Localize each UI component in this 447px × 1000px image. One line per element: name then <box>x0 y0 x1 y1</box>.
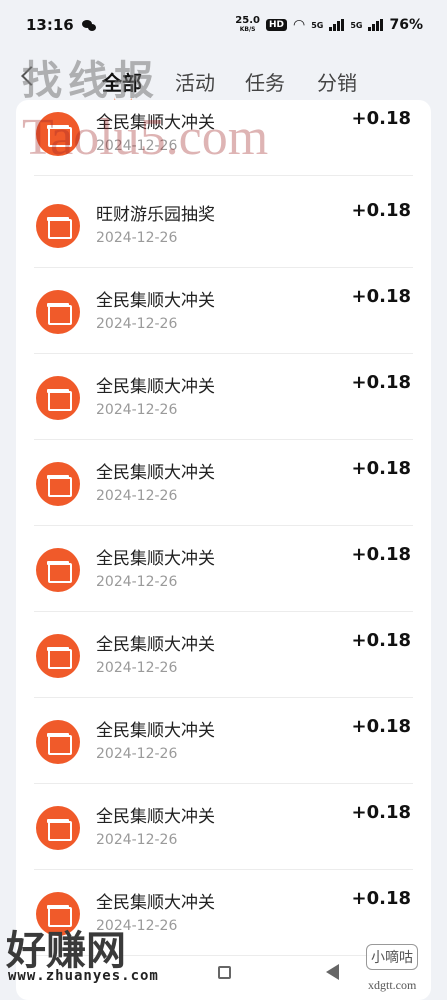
record-amount: +0.18 <box>351 286 412 307</box>
gift-icon <box>36 548 80 592</box>
gift-icon <box>36 462 80 506</box>
record-date: 2024-12-26 <box>96 660 178 676</box>
wechat-icon <box>81 19 98 31</box>
watermark-bottom-right: 小嘀咕 <box>366 944 418 970</box>
network-type-1: 5G <box>311 20 324 30</box>
list-item[interactable]: 全民集顺大冲关 2024-12-26 +0.18 <box>16 698 431 784</box>
hd-badge: HD <box>265 19 287 31</box>
list-item[interactable]: 全民集顺大冲关 2024-12-26 +0.18 <box>16 268 431 354</box>
record-amount: +0.18 <box>351 200 412 221</box>
record-amount: +0.18 <box>351 888 412 909</box>
record-amount: +0.18 <box>351 716 412 737</box>
record-amount: +0.18 <box>351 630 412 651</box>
gift-icon <box>36 720 80 764</box>
record-title: 全民集顺大冲关 <box>96 807 215 827</box>
watermark-bottom-left-url: www.zhuanyes.com <box>8 968 159 984</box>
record-amount: +0.18 <box>351 458 412 479</box>
record-amount: +0.18 <box>351 372 412 393</box>
record-title: 全民集顺大冲关 <box>96 463 215 483</box>
network-type-2: 5G <box>350 20 363 30</box>
network-speed: 25.0 KB/S <box>235 16 260 34</box>
home-icon[interactable] <box>218 966 231 979</box>
record-amount: +0.18 <box>351 802 412 823</box>
signal-icon <box>329 19 345 31</box>
records-list: 全民集顺大冲关 2024-12-26 +0.18 旺财游乐园抽奖 2024-12… <box>16 100 431 1000</box>
gift-icon <box>36 634 80 678</box>
record-date: 2024-12-26 <box>96 402 178 418</box>
gift-icon <box>36 806 80 850</box>
back-icon[interactable] <box>326 964 339 980</box>
record-title: 全民集顺大冲关 <box>96 549 215 569</box>
record-date: 2024-12-26 <box>96 832 178 848</box>
battery-level: 76% <box>389 17 423 33</box>
record-title: 全民集顺大冲关 <box>96 377 215 397</box>
list-item[interactable]: 旺财游乐园抽奖 2024-12-26 +0.18 <box>16 182 431 268</box>
gift-icon <box>36 204 80 248</box>
wifi-icon: ◠ <box>292 17 306 33</box>
record-date: 2024-12-26 <box>96 746 178 762</box>
tab-task[interactable]: 任务 <box>245 67 285 96</box>
signal-icon-2 <box>368 19 384 31</box>
status-bar: 13:16 25.0 KB/S HD ◠ 5G 5G 76% <box>0 0 447 50</box>
record-title: 全民集顺大冲关 <box>96 635 215 655</box>
record-title: 旺财游乐园抽奖 <box>96 205 215 225</box>
watermark-top: 找线报 <box>22 57 160 104</box>
gift-icon <box>36 290 80 334</box>
clock: 13:16 <box>26 16 74 34</box>
record-amount: +0.18 <box>351 544 412 565</box>
tab-activity[interactable]: 活动 <box>175 67 215 96</box>
record-date: 2024-12-26 <box>96 488 178 504</box>
record-title: 全民集顺大冲关 <box>96 721 215 741</box>
record-date: 2024-12-26 <box>96 316 178 332</box>
status-icons: 25.0 KB/S HD ◠ 5G 5G 76% <box>235 16 423 34</box>
list-item[interactable]: 全民集顺大冲关 2024-12-26 +0.18 <box>16 612 431 698</box>
watermark-bottom-right-url: xdgtt.com <box>368 978 417 992</box>
record-title: 全民集顺大冲关 <box>96 893 215 913</box>
watermark-mid: Taolu5.com <box>22 109 269 166</box>
list-item[interactable]: 全民集顺大冲关 2024-12-26 +0.18 <box>16 526 431 612</box>
record-amount: +0.18 <box>351 108 412 129</box>
record-title: 全民集顺大冲关 <box>96 291 215 311</box>
record-date: 2024-12-26 <box>96 230 178 246</box>
network-speed-unit: KB/S <box>239 26 256 33</box>
list-item[interactable]: 全民集顺大冲关 2024-12-26 +0.18 <box>16 784 431 870</box>
list-item[interactable]: 全民集顺大冲关 2024-12-26 +0.18 <box>16 354 431 440</box>
record-date: 2024-12-26 <box>96 574 178 590</box>
tab-distribution[interactable]: 分销 <box>317 67 357 96</box>
list-item[interactable]: 全民集顺大冲关 2024-12-26 +0.18 <box>16 440 431 526</box>
gift-icon <box>36 376 80 420</box>
